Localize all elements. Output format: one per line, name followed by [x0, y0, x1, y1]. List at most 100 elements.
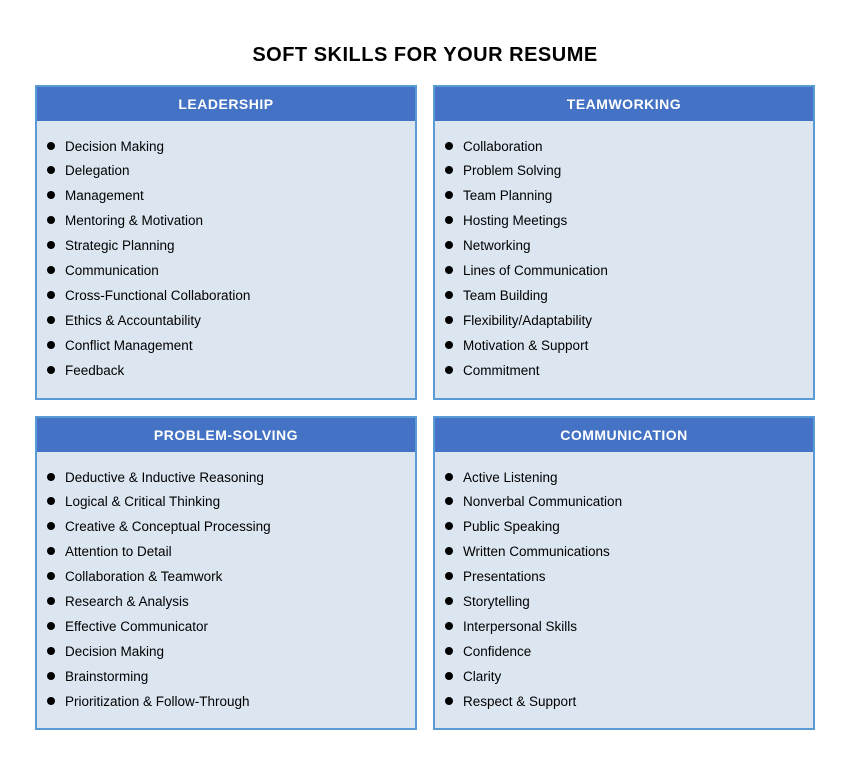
bullet-icon	[47, 341, 55, 349]
skill-label: Interpersonal Skills	[463, 618, 577, 637]
list-item: Logical & Critical Thinking	[47, 490, 399, 515]
skill-label: Decision Making	[65, 138, 164, 157]
list-item: Team Planning	[445, 184, 797, 209]
skill-label: Prioritization & Follow-Through	[65, 693, 250, 712]
bullet-icon	[47, 497, 55, 505]
bullet-icon	[47, 547, 55, 555]
skill-label: Active Listening	[463, 469, 558, 488]
bullet-icon	[47, 647, 55, 655]
list-item: Lines of Communication	[445, 259, 797, 284]
bullet-icon	[445, 647, 453, 655]
bullet-icon	[445, 341, 453, 349]
skill-label: Storytelling	[463, 593, 530, 612]
list-item: Brainstorming	[47, 665, 399, 690]
bullet-icon	[445, 191, 453, 199]
skill-label: Collaboration	[463, 138, 543, 157]
list-item: Motivation & Support	[445, 334, 797, 359]
list-item: Flexibility/Adaptability	[445, 309, 797, 334]
skill-label: Creative & Conceptual Processing	[65, 518, 271, 537]
bullet-icon	[47, 366, 55, 374]
list-item: Collaboration	[445, 135, 797, 160]
card-body-communication: Active Listening Nonverbal Communication P…	[435, 452, 813, 729]
card-header-teamworking: TEAMWORKING	[435, 87, 813, 121]
list-item: Respect & Support	[445, 690, 797, 715]
bullet-icon	[445, 241, 453, 249]
list-item: Cross-Functional Collaboration	[47, 284, 399, 309]
list-item: Collaboration & Teamwork	[47, 565, 399, 590]
list-item: Prioritization & Follow-Through	[47, 690, 399, 715]
list-item: Mentoring & Motivation	[47, 209, 399, 234]
list-item: Nonverbal Communication	[445, 490, 797, 515]
list-item: Decision Making	[47, 640, 399, 665]
bullet-icon	[47, 473, 55, 481]
bullet-icon	[47, 672, 55, 680]
list-item: Storytelling	[445, 590, 797, 615]
page-wrapper: SOFT SKILLS FOR YOUR RESUME LEADERSHIPDe…	[15, 24, 835, 751]
skill-label: Motivation & Support	[463, 337, 588, 356]
list-item: Attention to Detail	[47, 540, 399, 565]
skill-label: Research & Analysis	[65, 593, 189, 612]
skill-label: Networking	[463, 237, 531, 256]
list-item: Strategic Planning	[47, 234, 399, 259]
skill-label: Brainstorming	[65, 668, 148, 687]
bullet-icon	[445, 316, 453, 324]
skill-label: Delegation	[65, 162, 130, 181]
skill-list-leadership: Decision Making Delegation Management Mento…	[47, 135, 399, 384]
skill-label: Flexibility/Adaptability	[463, 312, 592, 331]
skill-label: Written Communications	[463, 543, 610, 562]
bullet-icon	[445, 597, 453, 605]
card-problem-solving: PROBLEM-SOLVINGDeductive & Inductive Rea…	[35, 416, 417, 731]
skill-label: Effective Communicator	[65, 618, 208, 637]
skill-label: Deductive & Inductive Reasoning	[65, 469, 264, 488]
page-title: SOFT SKILLS FOR YOUR RESUME	[35, 44, 815, 67]
bullet-icon	[445, 366, 453, 374]
list-item: Hosting Meetings	[445, 209, 797, 234]
skill-label: Logical & Critical Thinking	[65, 493, 220, 512]
list-item: Written Communications	[445, 540, 797, 565]
bullet-icon	[47, 241, 55, 249]
bullet-icon	[47, 191, 55, 199]
list-item: Clarity	[445, 665, 797, 690]
skill-label: Communication	[65, 262, 159, 281]
skill-label: Presentations	[463, 568, 546, 587]
bullet-icon	[445, 622, 453, 630]
list-item: Deductive & Inductive Reasoning	[47, 466, 399, 491]
skill-list-communication: Active Listening Nonverbal Communication P…	[445, 466, 797, 715]
card-leadership: LEADERSHIPDecision MakingDelegationManag…	[35, 85, 417, 400]
bullet-icon	[445, 572, 453, 580]
skill-label: Conflict Management	[65, 337, 193, 356]
list-item: Communication	[47, 259, 399, 284]
skill-label: Nonverbal Communication	[463, 493, 622, 512]
skill-label: Commitment	[463, 362, 540, 381]
skills-grid: LEADERSHIPDecision MakingDelegationManag…	[35, 85, 815, 731]
bullet-icon	[47, 216, 55, 224]
card-header-communication: COMMUNICATION	[435, 418, 813, 452]
list-item: Delegation	[47, 159, 399, 184]
skill-label: Confidence	[463, 643, 531, 662]
skill-label: Decision Making	[65, 643, 164, 662]
card-teamworking: TEAMWORKINGCollaborationProblem SolvingT…	[433, 85, 815, 400]
bullet-icon	[47, 522, 55, 530]
list-item: Creative & Conceptual Processing	[47, 515, 399, 540]
list-item: Public Speaking	[445, 515, 797, 540]
skill-label: Strategic Planning	[65, 237, 175, 256]
skill-label: Cross-Functional Collaboration	[65, 287, 250, 306]
list-item: Management	[47, 184, 399, 209]
bullet-icon	[47, 316, 55, 324]
bullet-icon	[445, 166, 453, 174]
bullet-icon	[47, 166, 55, 174]
bullet-icon	[47, 622, 55, 630]
skill-list-problem-solving: Deductive & Inductive Reasoning Logical &…	[47, 466, 399, 715]
list-item: Problem Solving	[445, 159, 797, 184]
bullet-icon	[445, 547, 453, 555]
bullet-icon	[47, 572, 55, 580]
skill-label: Feedback	[65, 362, 124, 381]
skill-label: Team Building	[463, 287, 548, 306]
bullet-icon	[47, 291, 55, 299]
bullet-icon	[47, 697, 55, 705]
skill-label: Management	[65, 187, 144, 206]
bullet-icon	[445, 473, 453, 481]
card-communication: COMMUNICATION Active Listening Nonverbal C…	[433, 416, 815, 731]
bullet-icon	[445, 291, 453, 299]
list-item: Decision Making	[47, 135, 399, 160]
